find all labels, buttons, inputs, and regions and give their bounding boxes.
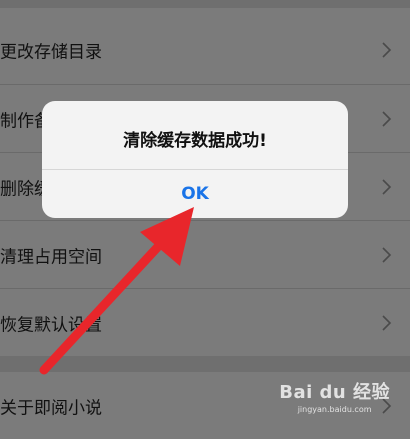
watermark-sub: jingyan.baidu.com — [297, 405, 372, 414]
watermark-brand: Bai du 经验 — [279, 382, 390, 403]
annotation-arrow-icon — [39, 207, 194, 375]
watermark: Bai du 经验 jingyan.baidu.com — [279, 378, 390, 414]
